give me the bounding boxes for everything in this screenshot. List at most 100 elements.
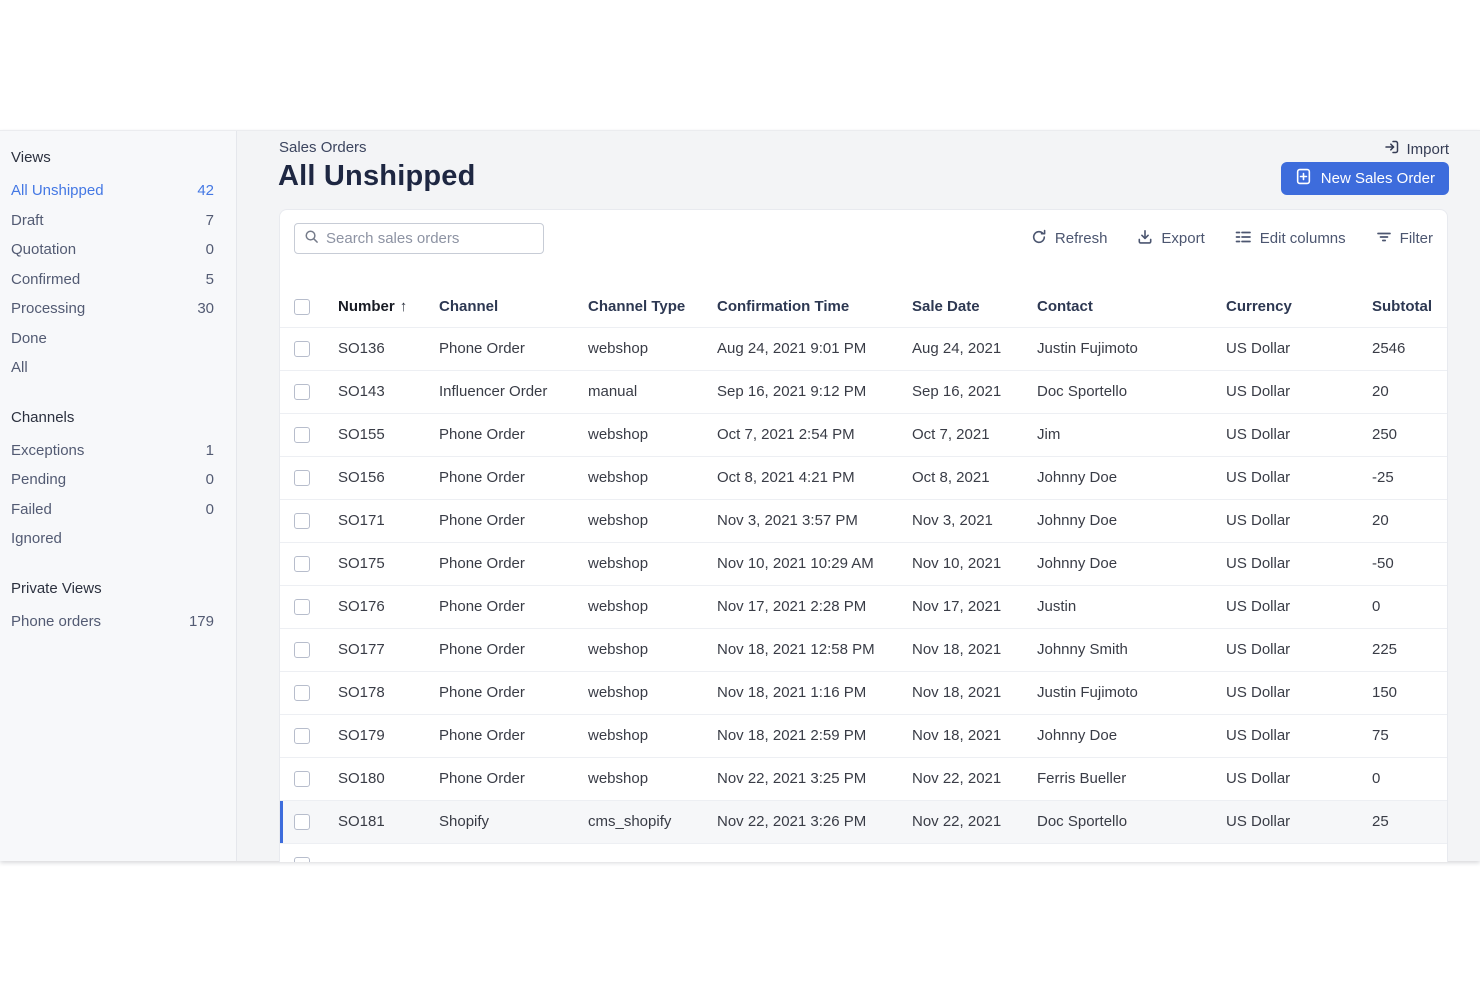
export-button[interactable]: Export [1137,229,1204,249]
cell-number: SO177 [338,628,439,671]
cell-subtotal: 0 [1372,757,1448,800]
cell-channel: Shopify [439,800,588,843]
cell-confirmation-time: Nov 22, 2021 3:25 PM [717,757,912,800]
table-row[interactable]: SO176Phone OrderwebshopNov 17, 2021 2:28… [280,585,1448,628]
row-checkbox[interactable] [294,728,310,744]
table-row[interactable]: SO136Phone OrderwebshopAug 24, 2021 9:01… [280,327,1448,370]
table-row[interactable]: SO179Phone OrderwebshopNov 18, 2021 2:59… [280,714,1448,757]
column-header-channel-type[interactable]: Channel Type [588,287,717,327]
row-checkbox[interactable] [294,771,310,787]
new-sales-order-button[interactable]: New Sales Order [1281,162,1449,195]
cell-contact: Justin Fujimoto [1037,671,1226,714]
cell-contact: Ferris Bueller [1037,757,1226,800]
sort-arrow-icon: ↑ [400,298,408,315]
breadcrumb[interactable]: Sales Orders [279,139,367,156]
cell-subtotal: 20 [1372,499,1448,542]
sidebar-item-count: 42 [197,182,214,199]
cell-contact: Doc Sportello [1037,370,1226,413]
edit-columns-button[interactable]: Edit columns [1235,229,1346,249]
table-row[interactable]: SO155Phone OrderwebshopOct 7, 2021 2:54 … [280,413,1448,456]
table-row[interactable]: SO143Influencer OrdermanualSep 16, 2021 … [280,370,1448,413]
edit-columns-label: Edit columns [1260,230,1346,247]
table-row[interactable]: SO178Phone OrderwebshopNov 18, 2021 1:16… [280,671,1448,714]
table-row[interactable]: SO177Phone OrderwebshopNov 18, 2021 12:5… [280,628,1448,671]
sidebar-item-label: All Unshipped [11,182,104,199]
sidebar-item-draft[interactable]: Draft7 [11,206,214,236]
row-checkbox[interactable] [294,470,310,486]
row-checkbox-cell [280,370,338,413]
sidebar-item-pending[interactable]: Pending0 [11,465,214,495]
table-row[interactable]: SO175Phone OrderwebshopNov 10, 2021 10:2… [280,542,1448,585]
cell-contact: Justin Fujimoto [1037,327,1226,370]
cell-contact: Johnny Smith [1037,628,1226,671]
sidebar-item-label: Failed [11,501,52,518]
sidebar-item-done[interactable]: Done [11,324,214,354]
cell-confirmation-time: Sep 16, 2021 9:12 PM [717,370,912,413]
sidebar-item-count: 7 [206,212,214,229]
cell-subtotal: 25 [1372,800,1448,843]
refresh-button[interactable]: Refresh [1031,229,1108,249]
row-checkbox-cell [280,413,338,456]
sidebar-item-ignored[interactable]: Ignored [11,524,214,554]
sidebar-item-confirmed[interactable]: Confirmed5 [11,265,214,295]
cell-contact: Jim [1037,413,1226,456]
row-checkbox[interactable] [294,814,310,830]
row-checkbox[interactable] [294,599,310,615]
cell-channel: Phone Order [439,327,588,370]
row-checkbox[interactable] [294,642,310,658]
sidebar-item-all-unshipped[interactable]: All Unshipped 42 [11,176,214,206]
export-label: Export [1161,230,1204,247]
table-row[interactable]: SO180Phone OrderwebshopNov 22, 2021 3:25… [280,757,1448,800]
refresh-label: Refresh [1055,230,1108,247]
column-header-subtotal[interactable]: Subtotal [1372,287,1448,327]
table-row[interactable]: SO171Phone OrderwebshopNov 3, 2021 3:57 … [280,499,1448,542]
sidebar-item-label: Confirmed [11,271,80,288]
toolbar-actions: Refresh Export [1031,223,1433,254]
column-header-contact[interactable]: Contact [1037,287,1226,327]
cell-confirmation-time: Aug 24, 2021 9:01 PM [717,327,912,370]
import-label: Import [1406,141,1449,158]
column-header-currency[interactable]: Currency [1226,287,1372,327]
cell-channel-type: webshop [588,628,717,671]
sidebar-item-count: 30 [197,300,214,317]
sidebar-item-phone-orders[interactable]: Phone orders179 [11,607,214,637]
column-header-confirmation-time[interactable]: Confirmation Time [717,287,912,327]
cell-confirmation-time: Oct 7, 2021 2:54 PM [717,413,912,456]
cell-channel: Phone Order [439,757,588,800]
select-all-checkbox[interactable] [294,299,310,315]
cell-confirmation-time: Oct 8, 2021 4:21 PM [717,456,912,499]
sidebar-item-quotation[interactable]: Quotation0 [11,235,214,265]
sidebar-item-count: 0 [206,241,214,258]
cell-sale-date: Nov 18, 2021 [912,671,1037,714]
cell-channel-type: webshop [588,542,717,585]
search-input[interactable] [326,230,534,247]
table-row[interactable]: SO156Phone OrderwebshopOct 8, 2021 4:21 … [280,456,1448,499]
sidebar-item-failed[interactable]: Failed0 [11,495,214,525]
cell-channel: Phone Order [439,456,588,499]
column-header-channel[interactable]: Channel [439,287,588,327]
row-checkbox[interactable] [294,341,310,357]
row-checkbox[interactable] [294,427,310,443]
sidebar-item-processing[interactable]: Processing30 [11,294,214,324]
cell-subtotal: 20 [1372,370,1448,413]
cell-channel: Phone Order [439,585,588,628]
row-checkbox[interactable] [294,685,310,701]
row-checkbox[interactable] [294,513,310,529]
column-header-sale-date[interactable]: Sale Date [912,287,1037,327]
row-checkbox[interactable] [294,384,310,400]
cell-confirmation-time: Nov 18, 2021 2:59 PM [717,714,912,757]
column-header-number[interactable]: Number↑ [338,287,439,327]
search-box[interactable] [294,223,544,254]
cell-sale-date: Nov 3, 2021 [912,499,1037,542]
table-row-partial[interactable] [280,843,1448,862]
cell-currency: US Dollar [1226,499,1372,542]
sidebar-item-all[interactable]: All [11,353,214,383]
import-button[interactable]: Import [1384,139,1449,159]
row-checkbox[interactable] [294,556,310,572]
filter-button[interactable]: Filter [1376,229,1433,249]
row-checkbox[interactable] [294,857,310,862]
sidebar-item-exceptions[interactable]: Exceptions1 [11,436,214,466]
page-title: All Unshipped [278,160,476,193]
cell-confirmation-time: Nov 18, 2021 12:58 PM [717,628,912,671]
table-row[interactable]: SO181Shopifycms_shopifyNov 22, 2021 3:26… [280,800,1448,843]
